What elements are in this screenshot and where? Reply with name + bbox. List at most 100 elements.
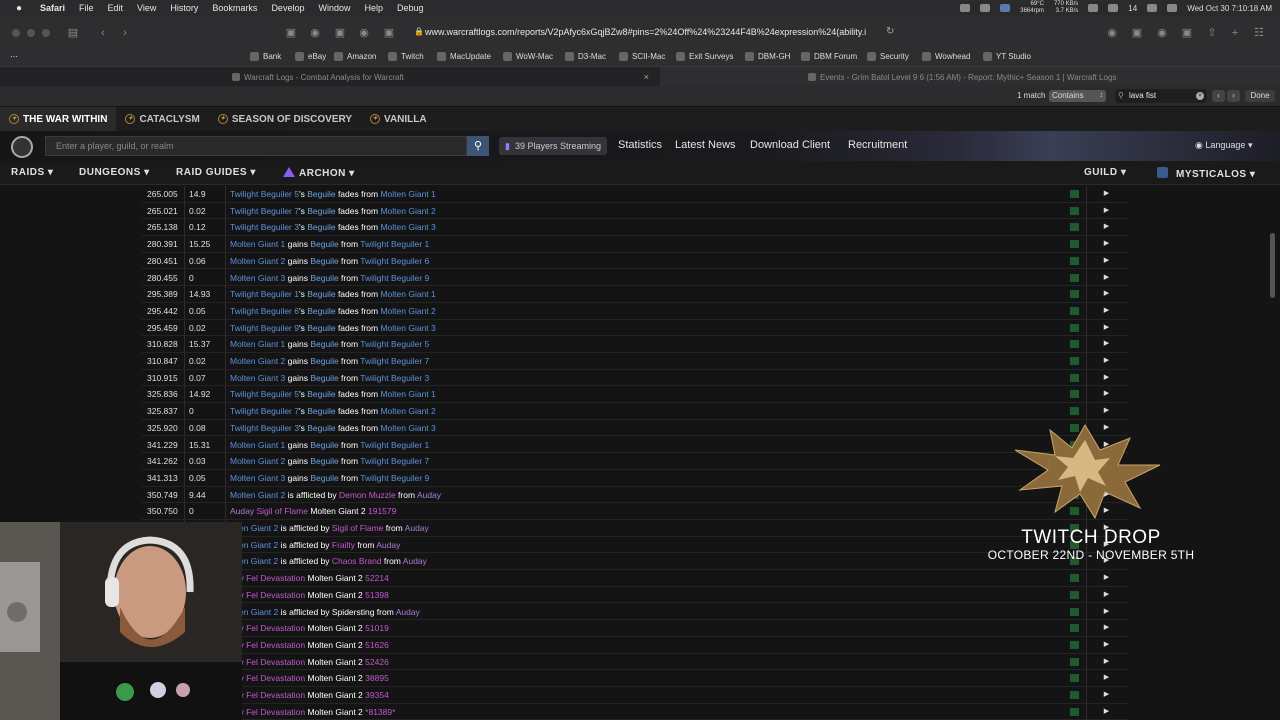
fav-exit-surveys[interactable]: Exit Surveys — [676, 52, 733, 61]
nav-archon[interactable]: ARCHON ▾ — [283, 167, 355, 179]
event-marker-icon[interactable] — [1070, 290, 1079, 299]
menu-develop[interactable]: Develop — [271, 3, 304, 13]
unit-name[interactable]: Molten Giant 3 — [380, 323, 435, 333]
event-marker-icon[interactable] — [1070, 657, 1079, 666]
close-tab-icon[interactable]: × — [644, 72, 649, 82]
fav-security[interactable]: Security — [867, 52, 909, 61]
event-marker-icon[interactable] — [1070, 190, 1079, 198]
event-row[interactable]: 295.389 14.93 Twilight Beguiler 1's Beguil… — [142, 286, 1128, 303]
aura-name[interactable]: Beguile — [307, 406, 335, 416]
address-bar[interactable]: www.warcraftlogs.com/reports/V2pAfyc6xGq… — [425, 27, 880, 37]
extension-icon[interactable]: ▣ — [1180, 26, 1194, 40]
aura-name[interactable]: Beguile — [310, 256, 338, 266]
status-app-icon[interactable] — [960, 4, 971, 12]
event-row[interactable]: 350.750 0 Auday Sigil of Flame Molten Gian… — [142, 503, 1128, 520]
fav-d3-mac[interactable]: D3-Mac — [565, 52, 606, 61]
unit-name[interactable]: Twilight Beguiler 9 — [360, 273, 429, 283]
expand-arrow-icon[interactable]: ▶ — [1086, 336, 1126, 353]
ability-name[interactable]: Frailty — [332, 540, 355, 550]
unit-name[interactable]: Twilight Beguiler 6 — [230, 306, 299, 316]
event-row[interactable]: olten Giant 2 is afflicted by Spiderstin… — [142, 603, 1128, 621]
aura-name[interactable]: Beguile — [310, 239, 338, 249]
aura-name[interactable]: Beguile — [307, 423, 335, 433]
event-marker-icon[interactable] — [1070, 273, 1079, 282]
link-download-client[interactable]: Download Client — [750, 139, 830, 151]
menu-app-name[interactable]: Safari — [40, 3, 65, 13]
ability-name[interactable]: Sigil of Flame — [256, 506, 308, 516]
event-row[interactable]: 280.455 0 Molten Giant 3 gains Beguile fro… — [142, 269, 1128, 287]
unit-name[interactable]: Molten Giant 3 — [380, 222, 435, 232]
unit-name[interactable]: Twilight Beguiler 6 — [360, 256, 429, 266]
aura-name[interactable]: Beguile — [307, 222, 335, 232]
sidebar-icon[interactable]: ▤ — [66, 26, 80, 40]
nav-dungeons[interactable]: DUNGEONS ▾ — [79, 167, 150, 178]
site-search-input[interactable]: Enter a player, guild, or realm — [45, 136, 467, 156]
unit-name[interactable]: Twilight Beguiler 1 — [360, 239, 429, 249]
event-row[interactable]: 265.005 14.9 Twilight Beguiler 5's Beguile… — [142, 186, 1128, 203]
language-select[interactable]: ◉ Language ▾ — [1195, 140, 1252, 151]
ability-name[interactable]: Sigil of Flame — [332, 523, 384, 533]
unit-name[interactable]: Twilight Beguiler 5 — [360, 339, 429, 349]
expand-arrow-icon[interactable]: ▶ — [1086, 620, 1126, 637]
unit-name[interactable]: Molten Giant 1 — [230, 339, 285, 349]
event-row[interactable]: 350.749 9.44 Molten Giant 2 is afflicted b… — [142, 486, 1128, 504]
unit-name[interactable]: Twilight Beguiler 3 — [360, 373, 429, 383]
menu-help[interactable]: Help — [364, 3, 383, 13]
unit-name[interactable]: Molten Giant 1 — [380, 389, 435, 399]
unit-name[interactable]: Twilight Beguiler 5 — [230, 189, 299, 199]
ability-name[interactable]: Fel Devastation — [246, 707, 305, 717]
event-row[interactable]: 295.459 0.02 Twilight Beguiler 9's Beguile… — [142, 319, 1128, 337]
extension-icon[interactable]: ◉ — [308, 26, 322, 40]
tab-warcraft-logs-home[interactable]: Warcraft Logs - Combat Analysis for Warc… — [232, 67, 657, 87]
unit-name[interactable]: Twilight Beguiler 1 — [230, 289, 299, 299]
event-marker-icon[interactable] — [1070, 624, 1079, 633]
expand-arrow-icon[interactable]: ▶ — [1086, 570, 1126, 587]
event-marker-icon[interactable] — [1070, 590, 1079, 599]
event-row[interactable]: 325.920 0.08 Twilight Beguiler 3's Beguile… — [142, 419, 1128, 437]
aura-name[interactable]: Beguile — [307, 306, 335, 316]
event-row[interactable]: day Fel Devastation Molten Giant 2 51398… — [142, 586, 1128, 604]
unit-name[interactable]: Twilight Beguiler 3 — [230, 423, 299, 433]
aura-name[interactable]: Beguile — [310, 456, 338, 466]
status-app-icon[interactable] — [980, 4, 991, 12]
unit-name[interactable]: Molten Giant 1 — [230, 239, 285, 249]
unit-name[interactable]: Twilight Beguiler 5 — [230, 389, 299, 399]
expand-arrow-icon[interactable]: ▶ — [1086, 670, 1126, 687]
event-row[interactable]: day Fel Devastation Molten Giant 2 51626… — [142, 636, 1128, 654]
source-name[interactable]: Auday — [376, 540, 400, 550]
unit-name[interactable]: Twilight Beguiler 1 — [360, 440, 429, 450]
expand-arrow-icon[interactable]: ▶ — [1086, 236, 1126, 253]
event-row[interactable]: 280.451 0.06 Molten Giant 2 gains Beguile … — [142, 252, 1128, 270]
expand-arrow-icon[interactable]: ▶ — [1086, 636, 1126, 653]
expand-arrow-icon[interactable]: ▶ — [1086, 302, 1126, 319]
nav-raid-guides[interactable]: RAID GUIDES ▾ — [176, 167, 256, 178]
expand-arrow-icon[interactable]: ▶ — [1086, 186, 1126, 202]
fav-yt-studio[interactable]: YT Studio — [983, 52, 1031, 61]
event-marker-icon[interactable] — [1070, 206, 1079, 215]
event-row[interactable]: 265.021 0.02 Twilight Beguiler 7's Beguile… — [142, 202, 1128, 220]
source-name[interactable]: Auday — [396, 607, 420, 617]
event-marker-icon[interactable] — [1070, 674, 1079, 683]
unit-name[interactable]: Molten Giant 1 — [380, 189, 435, 199]
unit-name[interactable]: Molten Giant 2 — [380, 306, 435, 316]
menu-bookmarks[interactable]: Bookmarks — [212, 3, 257, 13]
expand-arrow-icon[interactable]: ▶ — [1086, 286, 1126, 303]
aura-name[interactable]: Beguile — [307, 189, 335, 199]
event-marker-icon[interactable] — [1070, 373, 1079, 382]
event-row[interactable]: 310.847 0.02 Molten Giant 2 gains Beguile … — [142, 353, 1128, 370]
unit-name[interactable]: Molten Giant 2 — [230, 490, 285, 500]
extension-icon[interactable]: ▣ — [284, 26, 298, 40]
tab-events-report[interactable]: Events - Grim Batol Level 9 6 (1:56 AM) … — [660, 67, 1280, 87]
event-row[interactable]: 280.391 15.25 Molten Giant 1 gains Beguile… — [142, 236, 1128, 253]
favorites-grid-icon[interactable]: ⋯ — [10, 52, 18, 61]
event-marker-icon[interactable] — [1070, 607, 1079, 616]
expand-arrow-icon[interactable]: ▶ — [1086, 687, 1126, 703]
extension-icon[interactable]: ▣ — [382, 26, 396, 40]
event-marker-icon[interactable] — [1070, 223, 1079, 232]
event-marker-icon[interactable] — [1070, 240, 1079, 249]
event-row[interactable]: 265.138 0.12 Twilight Beguiler 3's Beguile… — [142, 219, 1128, 237]
unit-name[interactable]: Molten Giant 3 — [230, 273, 285, 283]
ability-name[interactable]: Fel Devastation — [246, 690, 305, 700]
nav-guild[interactable]: GUILD ▾ — [1084, 167, 1126, 178]
ability-name[interactable]: Fel Devastation — [246, 590, 305, 600]
